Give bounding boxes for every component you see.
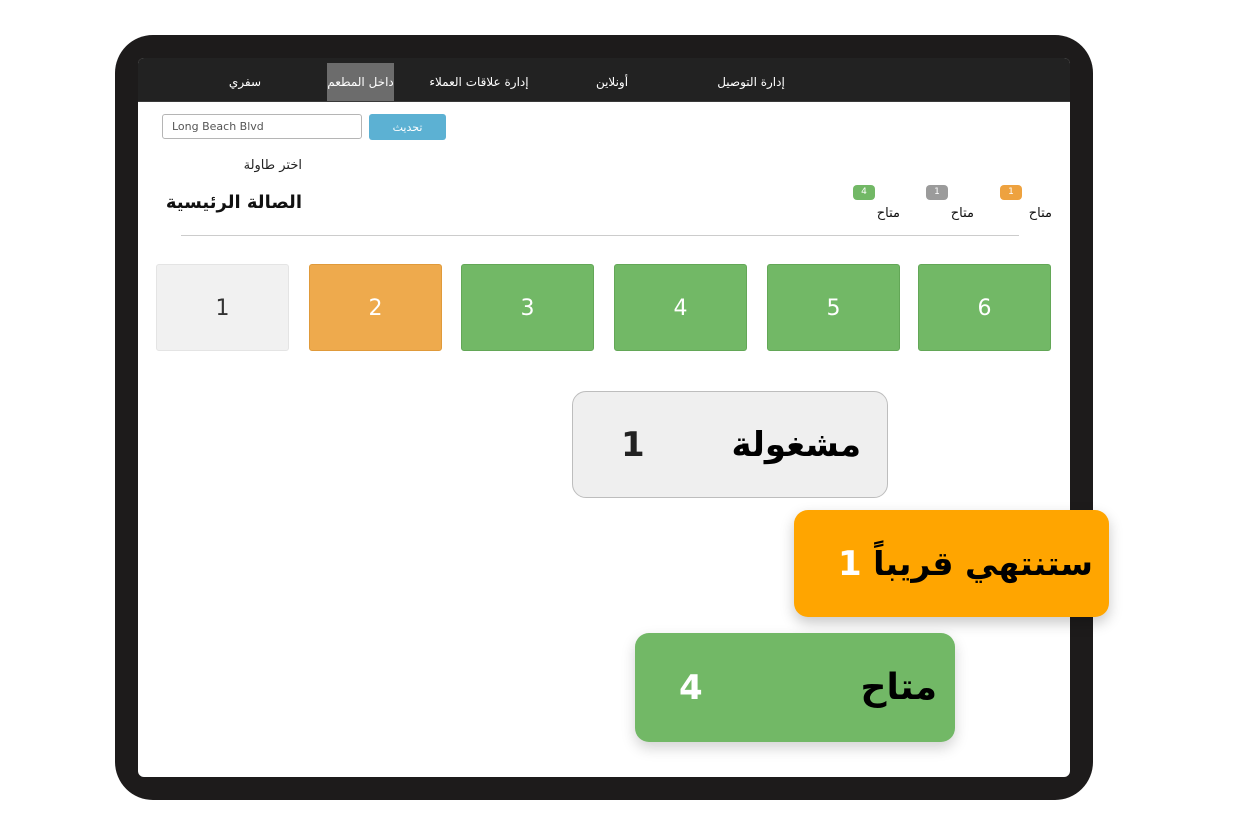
nav-dine-in[interactable]: داخل المطعم <box>327 63 394 101</box>
refresh-button[interactable]: تحديث <box>369 114 446 140</box>
table-tile-3[interactable]: 3 <box>461 264 594 351</box>
callout-count-free: 4 <box>679 667 703 708</box>
nav-takeaway[interactable]: سفري <box>216 58 274 101</box>
legend-label-soon: متاح <box>1028 206 1052 221</box>
legend-label-free: متاح <box>876 206 900 221</box>
top-navbar: سفري داخل المطعم إدارة علاقات العملاء أو… <box>138 58 1070 102</box>
table-tile-2[interactable]: 2 <box>309 264 442 351</box>
select-table-label: اختر طاولة <box>243 158 302 173</box>
status-callout-free: متاح 4 <box>635 633 955 742</box>
status-callout-soon: ستنتهي قريباً 1 <box>794 510 1109 617</box>
table-tile-6[interactable]: 6 <box>918 264 1051 351</box>
callout-label-busy: مشغولة <box>731 424 861 465</box>
callout-label-free: متاح <box>860 667 937 708</box>
callout-label-soon: ستنتهي قريباً <box>873 544 1093 583</box>
hall-title: الصالة الرئيسية <box>165 192 302 213</box>
table-tile-4[interactable]: 4 <box>614 264 747 351</box>
legend-badge-free: 4 <box>853 185 875 200</box>
legend-badge-soon: 1 <box>1000 185 1022 200</box>
legend-label-busy: متاح <box>950 206 974 221</box>
section-divider <box>181 235 1019 236</box>
branch-search-input[interactable] <box>162 114 362 139</box>
callout-count-busy: 1 <box>621 424 645 465</box>
nav-delivery[interactable]: إدارة التوصيل <box>706 58 796 101</box>
callout-count-soon: 1 <box>838 543 862 584</box>
nav-online[interactable]: أونلاين <box>583 58 641 101</box>
table-tile-1[interactable]: 1 <box>156 264 289 351</box>
table-tile-5[interactable]: 5 <box>767 264 900 351</box>
legend-badge-busy: 1 <box>926 185 948 200</box>
nav-crm[interactable]: إدارة علاقات العملاء <box>424 58 534 101</box>
status-callout-busy: مشغولة 1 <box>572 391 888 498</box>
